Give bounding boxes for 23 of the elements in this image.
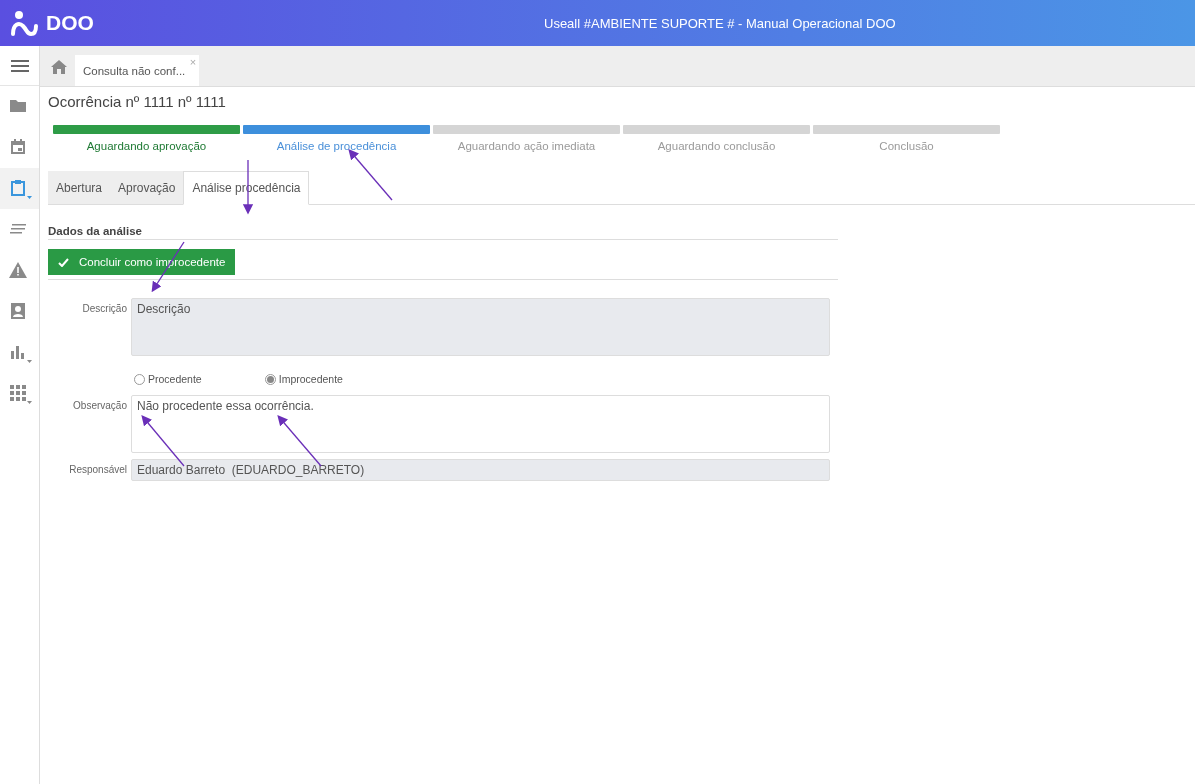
check-icon [58,257,69,267]
clipboard-icon[interactable] [0,168,39,209]
observation-field[interactable]: Não procedente essa ocorrência. [131,395,830,453]
field-label: Descrição [81,302,127,316]
conclude-button[interactable]: Concluir como improcedente [48,249,236,275]
step-label[interactable]: Análise de procedência [276,140,397,152]
responsible-field[interactable]: Eduardo Barreto (EDUARDO_BARRETO) [131,459,830,481]
brand-name: DOO [46,11,94,35]
field-label: Observação [72,399,127,413]
annotation-arrow [277,415,322,467]
page-title: Ocorrência nº 1111 nº 1111 [48,93,227,110]
annotation-arrow [141,415,185,467]
description-field[interactable]: Descrição [131,298,830,356]
radio-option[interactable]: Improcedente [264,373,343,385]
section-title: Dados da análise [48,225,838,240]
logo-icon [10,10,40,36]
window-title: Useall #AMBIENTE SUPORTE # - Manual Operacional DOO [543,15,897,31]
step-label[interactable]: Aguardando aprovação [86,140,207,152]
radio-option[interactable]: Procedente [134,373,202,385]
document-tab[interactable]: Consulta não conf... × [75,55,200,86]
tab[interactable]: Aprovação [110,171,184,204]
field-label: Responsável [68,463,127,477]
tab[interactable]: Abertura [48,171,111,204]
